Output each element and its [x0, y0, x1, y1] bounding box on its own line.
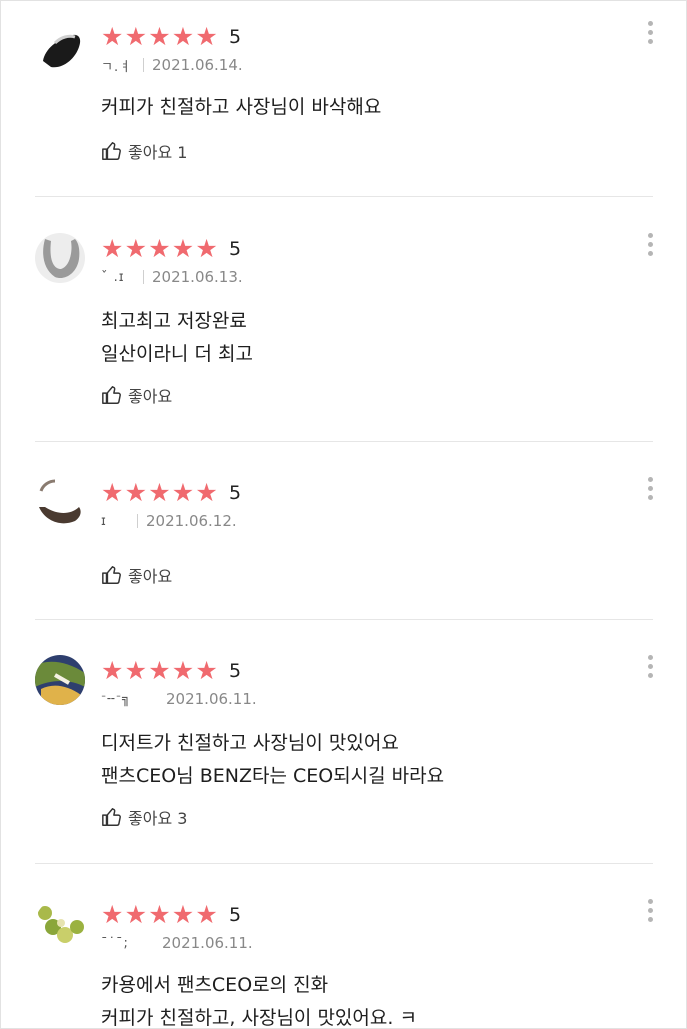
avatar[interactable] — [35, 477, 85, 527]
review-date: 2021.06.11. — [166, 690, 257, 708]
star-icon: ★ — [148, 900, 171, 929]
review-line: 디저트가 친절하고 사장님이 맛있어요 — [101, 732, 399, 754]
star-icon: ★ — [101, 234, 124, 263]
star-icon: ★ — [124, 234, 148, 263]
review-line: 일산이라니 더 최고 — [101, 343, 253, 365]
avatar[interactable] — [35, 655, 85, 705]
star-icon: ★ — [148, 22, 171, 51]
meta-separator — [143, 270, 144, 284]
star-icon: ★ — [195, 234, 218, 263]
review-meta: ɪ 2021.06.12. — [101, 511, 237, 531]
thumbs-up-icon — [102, 386, 121, 404]
rating-score: 5 — [228, 904, 242, 926]
rating-score: 5 — [228, 482, 242, 504]
like-label: 좋아요 1 — [128, 143, 188, 162]
like-button[interactable]: 좋아요 — [101, 563, 172, 587]
star-icon: ★ — [124, 478, 148, 507]
star-icon: ★ — [171, 234, 195, 263]
star-icon: ★ — [101, 22, 124, 51]
review-text: 최고최고 저장완료일산이라니 더 최고 — [101, 305, 253, 371]
divider — [35, 863, 653, 864]
review-line: 팬츠CEO님 BENZ타는 CEO되시길 바라요 — [101, 765, 445, 787]
more-options-icon[interactable] — [641, 899, 659, 929]
review-meta: ˇ .ɪ 2021.06.13. — [101, 267, 243, 287]
like-label: 좋아요 — [128, 567, 173, 586]
avatar[interactable] — [35, 899, 85, 949]
thumbs-up-icon — [102, 808, 121, 826]
review-line: 커피가 친절하고, 사장님이 맛있어요. ㅋ — [101, 1007, 417, 1029]
meta-separator — [137, 514, 138, 528]
thumbs-up-icon — [102, 142, 121, 160]
star-icon: ★ — [101, 900, 124, 929]
more-options-icon[interactable] — [641, 21, 659, 51]
meta-separator — [153, 936, 154, 950]
reviewer-name[interactable]: ㄱ.ㅕ — [101, 56, 137, 75]
review-meta: ㄱ.ㅕ 2021.06.14. — [101, 55, 243, 75]
star-icon: ★ — [148, 656, 171, 685]
star-icon: ★ — [195, 478, 218, 507]
reviewer-name[interactable]: ˉ˙ˉ; — [101, 936, 147, 951]
star-icon: ★ — [124, 656, 148, 685]
star-icon: ★ — [148, 478, 171, 507]
avatar[interactable] — [35, 21, 85, 71]
star-icon: ★ — [171, 900, 195, 929]
divider — [35, 196, 653, 197]
review-line: 카용에서 팬츠CEO로의 진화 — [101, 974, 329, 996]
review-meta: ᐨ╌ᐨ╗ 2021.06.11. — [101, 689, 257, 709]
review-line: 최고최고 저장완료 — [101, 310, 247, 332]
review-meta: ˉ˙ˉ; 2021.06.11. — [101, 933, 253, 953]
rating-score: 5 — [228, 660, 242, 682]
star-rating: ★ ★ ★ ★ ★ 5 — [101, 900, 242, 929]
like-label: 좋아요 3 — [128, 809, 188, 828]
star-rating: ★ ★ ★ ★ ★ 5 — [101, 656, 242, 685]
review-date: 2021.06.14. — [152, 56, 243, 74]
divider — [35, 619, 653, 620]
more-options-icon[interactable] — [641, 233, 659, 263]
more-options-icon[interactable] — [641, 655, 659, 685]
star-icon: ★ — [101, 656, 124, 685]
rating-score: 5 — [228, 26, 242, 48]
more-options-icon[interactable] — [641, 477, 659, 507]
avatar[interactable] — [35, 233, 85, 283]
star-icon: ★ — [195, 22, 218, 51]
star-icon: ★ — [148, 234, 171, 263]
star-rating: ★ ★ ★ ★ ★ 5 — [101, 478, 242, 507]
star-icon: ★ — [171, 478, 195, 507]
review-text: 커피가 친절하고 사장님이 바삭해요 — [101, 91, 381, 124]
reviewer-name[interactable]: ɪ — [101, 514, 131, 529]
like-label: 좋아요 — [128, 387, 173, 406]
star-icon: ★ — [195, 900, 218, 929]
star-icon: ★ — [195, 656, 218, 685]
star-icon: ★ — [171, 22, 195, 51]
meta-separator — [157, 692, 158, 706]
like-button[interactable]: 좋아요 1 — [101, 139, 187, 163]
reviewer-name[interactable]: ᐨ╌ᐨ╗ — [101, 692, 151, 707]
divider — [35, 441, 653, 442]
like-button[interactable]: 좋아요 3 — [101, 805, 187, 829]
review-date: 2021.06.13. — [152, 268, 243, 286]
review-list: ★ ★ ★ ★ ★ 5 ㄱ.ㅕ 2021.06.14. 커피가 친절하고 사장님… — [0, 0, 687, 1029]
review-text: 카용에서 팬츠CEO로의 진화커피가 친절하고, 사장님이 맛있어요. ㅋ — [101, 969, 417, 1029]
reviewer-name[interactable]: ˇ .ɪ — [101, 270, 137, 285]
star-icon: ★ — [171, 656, 195, 685]
meta-separator — [143, 58, 144, 72]
review-text: 디저트가 친절하고 사장님이 맛있어요팬츠CEO님 BENZ타는 CEO되시길 … — [101, 727, 444, 793]
star-rating: ★ ★ ★ ★ ★ 5 — [101, 22, 242, 51]
star-icon: ★ — [101, 478, 124, 507]
star-icon: ★ — [124, 900, 148, 929]
review-line: 커피가 친절하고 사장님이 바삭해요 — [101, 96, 382, 118]
review-date: 2021.06.12. — [146, 512, 237, 530]
rating-score: 5 — [228, 238, 242, 260]
star-icon: ★ — [124, 22, 148, 51]
review-date: 2021.06.11. — [162, 934, 253, 952]
like-button[interactable]: 좋아요 — [101, 383, 172, 407]
star-rating: ★ ★ ★ ★ ★ 5 — [101, 234, 242, 263]
thumbs-up-icon — [102, 566, 121, 584]
